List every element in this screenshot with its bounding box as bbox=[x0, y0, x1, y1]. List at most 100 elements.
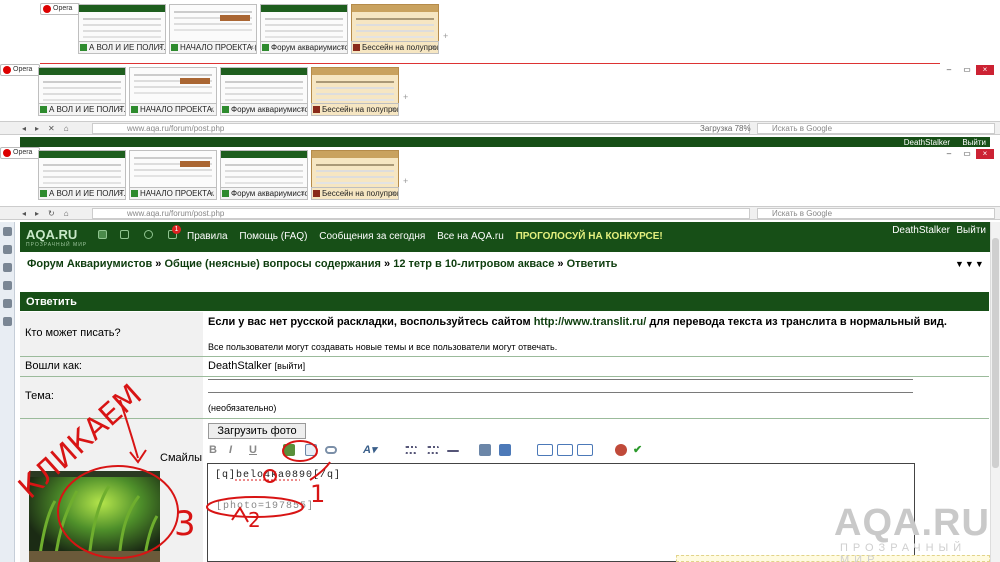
italic-icon[interactable]: I bbox=[229, 444, 241, 456]
restore-icon[interactable]: ▭ bbox=[958, 149, 976, 159]
topic-row: Тема: (необязательно) bbox=[20, 377, 989, 419]
logout-link-small[interactable]: [выйти] bbox=[275, 361, 305, 371]
opera-menu-button[interactable]: Opera bbox=[0, 147, 40, 159]
nav-link-rules[interactable]: Правила bbox=[187, 231, 228, 242]
nav-link-faq[interactable]: Помощь (FAQ) bbox=[239, 231, 307, 242]
new-tab-icon[interactable]: + bbox=[403, 176, 408, 186]
close-tab-icon[interactable]: × bbox=[300, 104, 305, 115]
search-input[interactable]: Искать в Google bbox=[757, 208, 995, 219]
url-input[interactable]: www.aqa.ru/forum/post.php bbox=[92, 208, 750, 219]
numbered-list-icon[interactable] bbox=[427, 446, 439, 454]
tab[interactable]: Форум аквариумисто... × bbox=[220, 187, 308, 200]
tab[interactable]: Форум аквариумисто... × bbox=[220, 103, 308, 116]
restore-icon[interactable]: ▭ bbox=[958, 65, 976, 75]
tab-active[interactable]: Бессейн на полупрогр...× bbox=[311, 187, 399, 200]
minimize-icon[interactable]: – bbox=[940, 149, 958, 159]
close-window-icon[interactable]: × bbox=[976, 149, 994, 159]
close-tab-icon[interactable]: × bbox=[158, 42, 163, 53]
notes-icon[interactable] bbox=[3, 281, 12, 290]
close-tab-icon[interactable]: × bbox=[209, 104, 214, 115]
translit-link[interactable]: http://www.translit.ru/ bbox=[534, 316, 647, 328]
breadcrumb-item[interactable]: Общие (неясные) вопросы содержания bbox=[164, 258, 381, 270]
insert-photo-icon[interactable] bbox=[305, 444, 317, 456]
close-window-icon[interactable]: × bbox=[976, 65, 994, 75]
close-tab-icon[interactable]: × bbox=[391, 188, 396, 199]
tab[interactable]: Форум аквариумисто... × bbox=[260, 41, 348, 54]
tab[interactable]: А ВОЛ И ИЕ ПОЛИТ... × bbox=[78, 41, 166, 54]
close-tab-icon[interactable]: × bbox=[431, 42, 436, 53]
close-tab-icon[interactable]: × bbox=[118, 188, 123, 199]
close-tab-icon[interactable]: × bbox=[340, 42, 345, 53]
indent-icon[interactable] bbox=[447, 450, 459, 452]
who-can-post-row: Кто может писать? Если у вас нет русской… bbox=[20, 312, 989, 357]
checkmark-icon[interactable]: ✔ bbox=[633, 444, 645, 456]
topic-input[interactable] bbox=[208, 379, 913, 393]
aquarium-photo[interactable] bbox=[29, 471, 160, 562]
forum-header-preview: DeathStalker Выйти bbox=[20, 137, 990, 147]
mail-icon[interactable] bbox=[3, 245, 12, 254]
align-right-icon[interactable] bbox=[577, 444, 593, 456]
insert-image-icon[interactable] bbox=[283, 444, 295, 456]
tab[interactable]: А ВОЛ И ИЕ ПОЛИТ... × bbox=[38, 187, 126, 200]
align-left-icon[interactable] bbox=[537, 444, 553, 456]
address-bar: ◂▸↻⌂ www.aqa.ru/forum/post.php Искать в … bbox=[0, 206, 1000, 220]
close-tab-icon[interactable]: × bbox=[118, 104, 123, 115]
breadcrumb-item[interactable]: 12 тетр в 10-литровом аквасе bbox=[393, 258, 554, 270]
tab[interactable]: НАЧАЛО ПРОЕКТА. (...× bbox=[129, 103, 217, 116]
downloads-icon[interactable] bbox=[3, 317, 12, 326]
nav-buttons[interactable]: ◂▸↻⌂ bbox=[22, 209, 78, 218]
who-can-post-value: Если у вас нет русской раскладки, воспол… bbox=[205, 312, 989, 356]
favicon-icon bbox=[222, 190, 229, 197]
message-textarea[interactable]: [q]belo4ka0890[/q] [photo=197855] bbox=[207, 463, 915, 562]
window-controls: – ▭ × bbox=[940, 147, 1000, 159]
nav-link-all[interactable]: Все на AQA.ru bbox=[437, 231, 504, 242]
close-tab-icon[interactable]: × bbox=[249, 42, 254, 53]
nav-link-today[interactable]: Сообщения за сегодня bbox=[319, 231, 425, 242]
underline-icon[interactable]: U bbox=[249, 444, 261, 456]
bookmarks-icon[interactable] bbox=[3, 227, 12, 236]
align-center-icon[interactable] bbox=[557, 444, 573, 456]
close-tab-icon[interactable]: × bbox=[391, 104, 396, 115]
new-tab-icon[interactable]: + bbox=[403, 92, 408, 102]
opera-menu-button[interactable]: Opera bbox=[40, 3, 80, 15]
logout-link[interactable]: Выйти bbox=[956, 225, 986, 236]
divider bbox=[40, 63, 940, 64]
tab-active[interactable]: Бессейн на полупрогр...× bbox=[311, 103, 399, 116]
tab[interactable]: НАЧАЛО ПРОЕКТА. (...× bbox=[129, 187, 217, 200]
scrollbar-thumb[interactable] bbox=[992, 238, 999, 468]
favicon-icon bbox=[353, 44, 360, 51]
nav-link-contest[interactable]: ПРОГОЛОСУЙ НА КОНКУРСЕ! bbox=[516, 231, 663, 242]
contacts-icon[interactable] bbox=[3, 263, 12, 272]
opera-menu-button[interactable]: Opera bbox=[0, 64, 40, 76]
upload-photo-button[interactable]: Загрузить фото bbox=[208, 423, 306, 439]
mail-icon[interactable] bbox=[120, 230, 129, 239]
tab[interactable]: НАЧАЛО ПРОЕКТА (... × bbox=[169, 41, 257, 54]
favicon-icon bbox=[131, 190, 138, 197]
nav-buttons[interactable]: ◂▸✕⌂ bbox=[22, 124, 78, 133]
bold-icon[interactable]: B bbox=[209, 444, 221, 456]
link-icon[interactable] bbox=[325, 446, 337, 454]
page-scrollbar[interactable] bbox=[990, 222, 1000, 562]
history-icon[interactable] bbox=[3, 299, 12, 308]
breadcrumb-item[interactable]: Форум Аквариумистов bbox=[27, 258, 152, 270]
tab[interactable]: А ВОЛ И ИЕ ПОЛИТ... × bbox=[38, 103, 126, 116]
bulleted-list-icon[interactable] bbox=[405, 446, 417, 454]
search-icon[interactable] bbox=[144, 230, 153, 239]
spellcheck-icon[interactable] bbox=[615, 444, 627, 456]
font-color-icon[interactable]: A▾ bbox=[363, 444, 376, 456]
header-nav: Правила Помощь (FAQ) Сообщения за сегодн… bbox=[187, 231, 672, 242]
code-icon[interactable] bbox=[499, 444, 511, 456]
close-tab-icon[interactable]: × bbox=[209, 188, 214, 199]
minimize-icon[interactable]: – bbox=[940, 65, 958, 75]
close-tab-icon[interactable]: × bbox=[300, 188, 305, 199]
new-tab-icon[interactable]: + bbox=[443, 31, 448, 41]
search-input[interactable]: Искать в Google bbox=[757, 123, 995, 134]
username-link[interactable]: DeathStalker bbox=[892, 225, 950, 236]
home-icon[interactable] bbox=[98, 230, 107, 239]
url-input[interactable]: www.aqa.ru/forum/post.php bbox=[92, 123, 750, 134]
site-logo[interactable]: AQA.RU bbox=[26, 227, 77, 242]
tab-active[interactable]: Бессейн на полупрогр...× bbox=[351, 41, 439, 54]
who-can-post-label: Кто может писать? bbox=[20, 312, 203, 356]
thread-tools[interactable]: ▼▼▼ bbox=[955, 259, 985, 269]
quote-icon[interactable] bbox=[479, 444, 491, 456]
